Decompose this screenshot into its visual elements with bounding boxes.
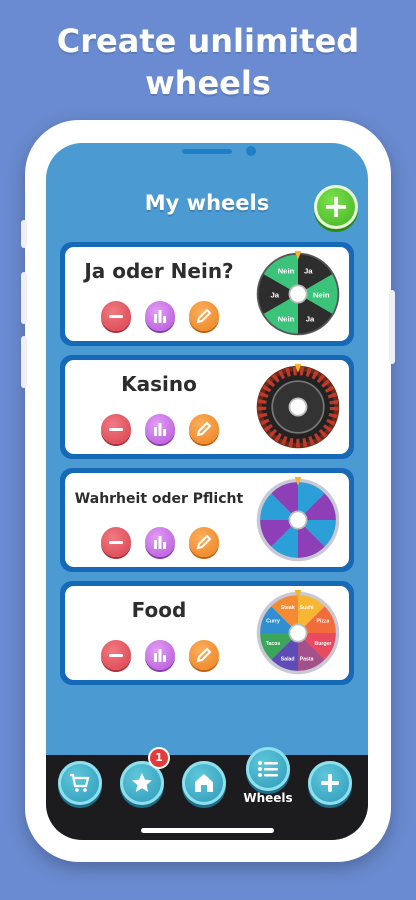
list-icon — [258, 761, 278, 777]
phone-volume-up — [21, 272, 27, 324]
headline: Create unlimited wheels — [0, 20, 416, 104]
favorites-badge: 1 — [150, 749, 168, 767]
wheel-preview-food[interactable]: Sushi Pizza Burger Pasta Salad Tacos Cur… — [255, 590, 341, 676]
notch-camera — [246, 146, 256, 156]
bar-chart-icon — [154, 423, 166, 436]
nav-shop-button[interactable] — [58, 761, 102, 805]
bar-chart-icon — [154, 310, 166, 323]
plus-icon: + — [322, 187, 350, 225]
cart-icon — [70, 773, 90, 792]
delete-button[interactable] — [101, 301, 131, 331]
wheel-label: Tacos — [266, 641, 281, 647]
minus-icon — [109, 540, 123, 544]
wheel-label: Nein — [278, 266, 295, 275]
phone-side-button — [21, 220, 27, 248]
wheel-label: Salad — [281, 657, 295, 663]
phone-power-button — [389, 290, 395, 364]
minus-icon — [109, 653, 123, 657]
pencil-icon — [196, 421, 212, 437]
wheel-label: Pizza — [316, 619, 329, 625]
nav-favorites-button[interactable] — [120, 761, 164, 805]
wheel-name: Wahrheit oder Pflicht — [74, 491, 244, 507]
pencil-icon — [196, 647, 212, 663]
edit-button[interactable] — [189, 640, 219, 670]
pencil-icon — [196, 308, 212, 324]
stats-button[interactable] — [145, 527, 175, 557]
wheel-label: Ja — [304, 266, 313, 275]
wheel-name: Ja oder Nein? — [84, 259, 234, 283]
wheel-label: Burger — [314, 641, 331, 647]
delete-button[interactable] — [101, 640, 131, 670]
bar-chart-icon — [154, 649, 166, 662]
nav-wheels-button[interactable] — [246, 747, 290, 791]
phone-volume-down — [21, 336, 27, 388]
wheel-label: Ja — [270, 290, 279, 299]
minus-icon — [109, 314, 123, 318]
wheel-card-food[interactable]: Food Sushi Pizza Burger Pasta Salad Taco… — [60, 581, 354, 685]
wheel-name: Food — [131, 598, 187, 622]
app-screen: My wheels + Ja oder Nein? Ja Nein Ja Nei… — [46, 143, 368, 840]
wheel-label: Ja — [306, 315, 315, 324]
add-wheel-button[interactable]: + — [314, 185, 358, 229]
stats-button[interactable] — [145, 301, 175, 331]
wheel-label: Pasta — [300, 657, 314, 663]
wheel-label: Nein — [313, 290, 330, 299]
wheel-card-ja-oder-nein[interactable]: Ja oder Nein? Ja Nein Ja Nein Ja Nein — [60, 242, 354, 346]
notch-speaker — [182, 149, 232, 154]
wheel-name: Kasino — [121, 372, 197, 396]
wheel-card-wahrheit-oder-pflicht[interactable]: Wahrheit oder Pflicht — [60, 468, 354, 572]
nav-wheels-label: Wheels — [243, 791, 293, 805]
wheel-preview-ja-nein[interactable]: Ja Nein Ja Nein Ja Nein — [255, 251, 341, 337]
plus-icon — [321, 774, 339, 792]
wheel-preview-kasino[interactable] — [255, 364, 341, 450]
edit-button[interactable] — [189, 527, 219, 557]
stats-button[interactable] — [145, 414, 175, 444]
headline-line-1: Create unlimited — [56, 22, 360, 60]
nav-home-button[interactable] — [182, 761, 226, 805]
wheel-label: Sushi — [300, 605, 315, 611]
bar-chart-icon — [154, 536, 166, 549]
delete-button[interactable] — [101, 414, 131, 444]
home-icon — [195, 774, 213, 792]
headline-line-2: wheels — [145, 64, 271, 102]
wheel-card-kasino[interactable]: Kasino — [60, 355, 354, 459]
wheel-label: Steak — [281, 605, 295, 611]
minus-icon — [109, 427, 123, 431]
wheel-label: Nein — [278, 315, 295, 324]
wheel-label: Curry — [266, 619, 280, 625]
stats-button[interactable] — [145, 640, 175, 670]
nav-add-button[interactable] — [308, 761, 352, 805]
edit-button[interactable] — [189, 414, 219, 444]
pencil-icon — [196, 534, 212, 550]
wheel-preview-wahrheit-oder-pflicht[interactable] — [255, 477, 341, 563]
edit-button[interactable] — [189, 301, 219, 331]
star-icon — [132, 773, 152, 792]
home-indicator — [141, 828, 274, 833]
delete-button[interactable] — [101, 527, 131, 557]
